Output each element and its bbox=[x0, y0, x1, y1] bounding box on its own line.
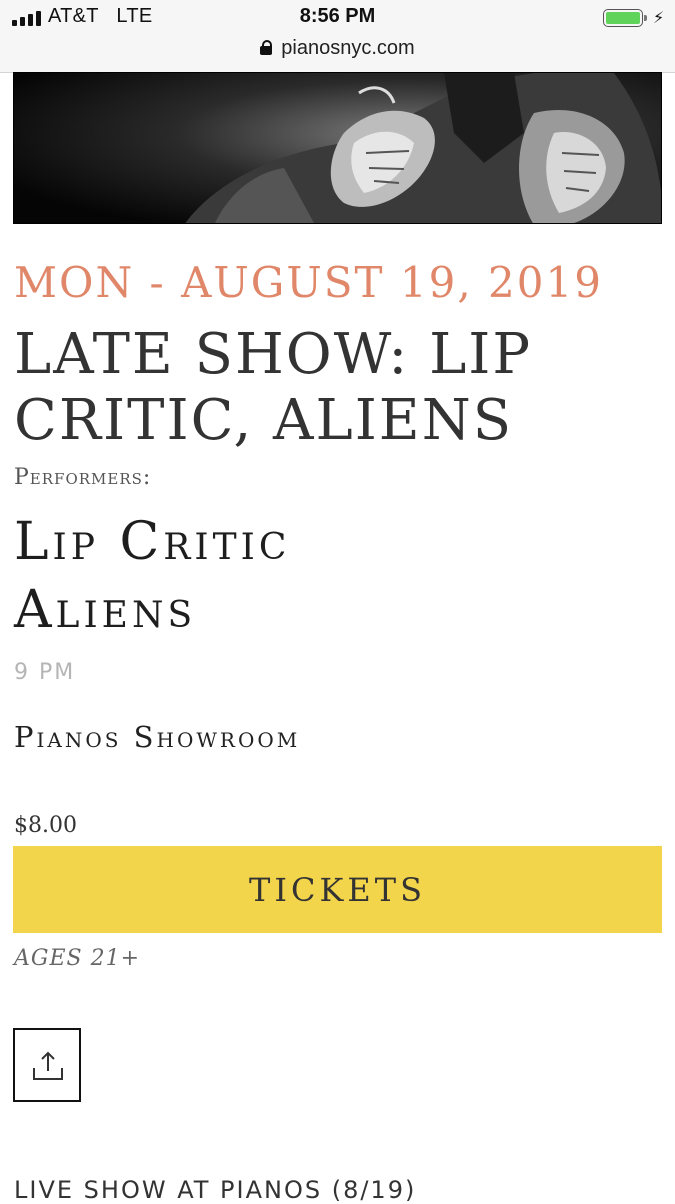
share-button[interactable] bbox=[13, 1028, 81, 1102]
address-bar[interactable]: pianosnyc.com bbox=[0, 37, 675, 60]
charging-icon: ⚡ bbox=[653, 8, 665, 27]
ticket-price: $8.00 bbox=[14, 813, 77, 838]
event-hero-image bbox=[13, 72, 662, 224]
event-time: 9 PM bbox=[14, 660, 76, 685]
performer-name: Lip Critic bbox=[14, 512, 291, 572]
event-date: MON - AUGUST 19, 2019 bbox=[14, 258, 603, 307]
event-title: LATE SHOW: LIP CRITIC, ALIENS bbox=[14, 322, 533, 453]
browser-status-bar: AT&T LTE 8:56 PM pianosnyc.com ⚡ bbox=[0, 0, 675, 73]
url-text: pianosnyc.com bbox=[281, 37, 415, 59]
performers-list: Lip Critic Aliens bbox=[14, 508, 290, 644]
tickets-button[interactable]: TICKETS bbox=[13, 846, 662, 933]
performers-label: Performers: bbox=[14, 465, 152, 490]
age-restriction: AGES 21+ bbox=[14, 946, 141, 971]
event-venue: Pianos Showroom bbox=[14, 720, 301, 754]
share-icon bbox=[33, 1051, 63, 1080]
performer-name: Aliens bbox=[14, 580, 197, 640]
lock-icon bbox=[260, 40, 273, 55]
clock: 8:56 PM bbox=[299, 5, 376, 27]
battery-icon bbox=[603, 9, 647, 27]
